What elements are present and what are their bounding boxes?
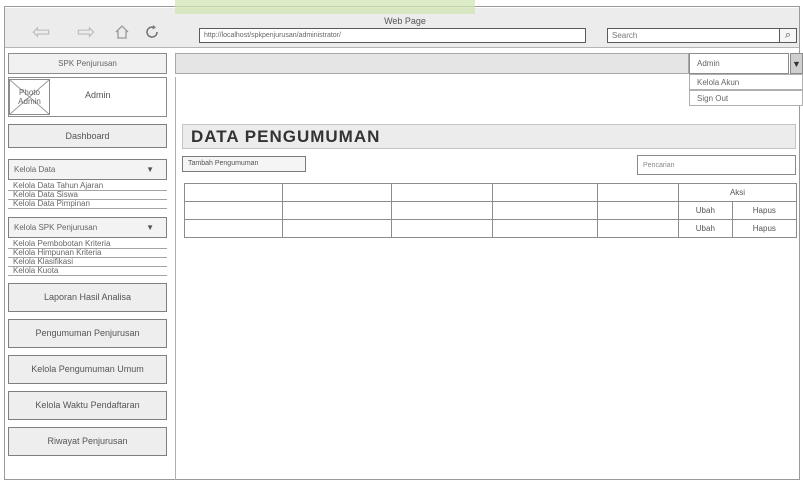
search-icon[interactable]: ⌕ <box>779 28 797 43</box>
edit-button[interactable]: Ubah <box>678 201 733 220</box>
table-cell <box>391 201 493 220</box>
kelola-spk-dropdown[interactable]: Kelola SPK Penjurusan ▼ <box>8 217 167 238</box>
sidebar-item-pimpinan[interactable]: Kelola Data Pimpinan <box>8 200 167 209</box>
app-brand: SPK Penjurusan <box>8 53 167 74</box>
back-arrow-icon[interactable]: ⇦ <box>32 21 50 43</box>
table-cell <box>184 219 283 238</box>
table-header-cell <box>492 183 598 202</box>
table-cell <box>282 219 392 238</box>
table-header-row: Aksi <box>184 183 797 202</box>
browser-search-input[interactable]: Search <box>607 28 786 43</box>
sidebar-item-kuota[interactable]: Kelola Kuota <box>8 267 167 276</box>
kelola-pengumuman-umum-button[interactable]: Kelola Pengumuman Umum <box>8 355 167 384</box>
kelola-waktu-pendaftaran-button[interactable]: Kelola Waktu Pendaftaran <box>8 391 167 420</box>
kelola-spk-label: Kelola SPK Penjurusan <box>14 223 98 232</box>
table-header-cell <box>184 183 283 202</box>
delete-button[interactable]: Hapus <box>731 201 798 220</box>
data-table: Aksi Ubah Hapus Ubah Hapus <box>184 183 798 238</box>
top-decoration <box>175 0 475 14</box>
search-input[interactable]: Pencarian <box>637 155 796 175</box>
table-header-cell <box>391 183 493 202</box>
refresh-icon[interactable] <box>144 24 160 40</box>
table-header-cell <box>597 183 679 202</box>
menu-item-kelola-akun[interactable]: Kelola Akun <box>689 74 803 90</box>
caret-down-icon[interactable]: ▼ <box>790 53 803 74</box>
kelola-data-dropdown[interactable]: Kelola Data ▼ <box>8 159 167 180</box>
add-pengumuman-button[interactable]: Tambah Pengumuman <box>182 156 306 172</box>
table-cell <box>597 219 679 238</box>
delete-button[interactable]: Hapus <box>731 219 798 238</box>
top-header-bar <box>175 53 689 74</box>
pengumuman-penjurusan-button[interactable]: Pengumuman Penjurusan <box>8 319 167 348</box>
laporan-hasil-analisa-button[interactable]: Laporan Hasil Analisa <box>8 283 167 312</box>
user-name: Admin <box>85 90 111 100</box>
address-bar[interactable]: http://localhost/spkpenjurusan/administr… <box>199 28 586 43</box>
menu-item-sign-out[interactable]: Sign Out <box>689 90 803 106</box>
table-cell <box>597 201 679 220</box>
window-title: Web Page <box>384 16 426 26</box>
edit-button[interactable]: Ubah <box>678 219 733 238</box>
table-header-cell <box>282 183 392 202</box>
chevron-down-icon: ▼ <box>146 223 154 232</box>
table-cell <box>492 201 598 220</box>
page-title: DATA PENGUMUMAN <box>182 124 796 149</box>
table-cell <box>282 201 392 220</box>
aksi-header: Aksi <box>678 183 797 202</box>
forward-arrow-icon[interactable]: ⇨ <box>77 21 95 43</box>
kelola-data-label: Kelola Data <box>14 165 56 174</box>
table-row: Ubah Hapus <box>184 219 798 238</box>
dashboard-button[interactable]: Dashboard <box>8 124 167 148</box>
home-icon[interactable] <box>114 24 130 40</box>
table-cell <box>391 219 493 238</box>
avatar-label: Photo Admin <box>18 88 41 106</box>
riwayat-penjurusan-button[interactable]: Riwayat Penjurusan <box>8 427 167 456</box>
table-cell <box>184 201 283 220</box>
admin-dropdown[interactable]: Admin <box>689 53 789 74</box>
table-cell <box>492 219 598 238</box>
table-row: Ubah Hapus <box>184 201 798 220</box>
chevron-down-icon: ▼ <box>146 165 154 174</box>
